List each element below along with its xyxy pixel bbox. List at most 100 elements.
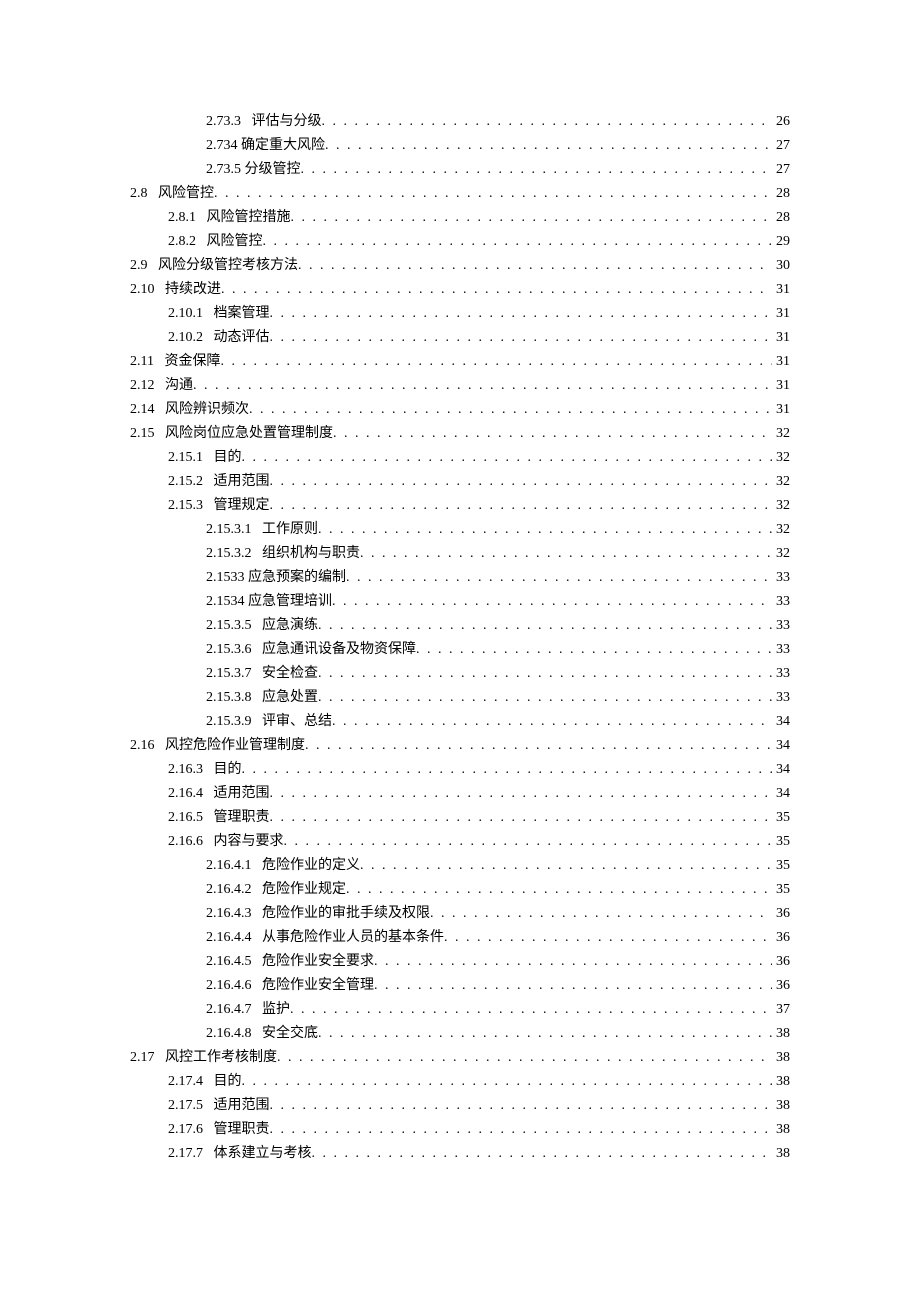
toc-leader-dots: [242, 1070, 773, 1094]
toc-title: 危险作业的定义: [262, 854, 360, 878]
toc-gap: [252, 686, 263, 710]
toc-leader-dots: [444, 926, 772, 950]
toc-gap: [203, 758, 214, 782]
toc-page-number: 32: [772, 494, 790, 518]
toc-entry: 2.15.3.8 应急处置33: [130, 686, 790, 710]
toc-page-number: 34: [772, 710, 790, 734]
toc-leader-dots: [312, 1142, 773, 1166]
toc-page-number: 34: [772, 734, 790, 758]
toc-page-number: 34: [772, 758, 790, 782]
toc-page-number: 32: [772, 542, 790, 566]
toc-entry: 2.17.7 体系建立与考核38: [130, 1142, 790, 1166]
toc-gap: [252, 614, 263, 638]
toc-page-number: 31: [772, 302, 790, 326]
toc-gap: [252, 710, 263, 734]
toc-entry: 2.15.3.7 安全检查33: [130, 662, 790, 686]
toc-title: 资金保障: [164, 350, 220, 374]
toc-page-number: 30: [772, 254, 790, 278]
toc-number: 2.16.4.2: [206, 878, 252, 902]
toc-leader-dots: [430, 902, 772, 926]
toc-gap: [252, 1022, 263, 1046]
toc-title: 风险辨识频次: [165, 398, 249, 422]
toc-number: 2.14: [130, 398, 155, 422]
toc-entry: 2.1534 应急管理培训33: [130, 590, 790, 614]
toc-leader-dots: [374, 974, 772, 998]
toc-gap: [155, 734, 166, 758]
toc-page-number: 26: [772, 110, 790, 134]
toc-leader-dots: [284, 830, 773, 854]
toc-page-number: 31: [772, 374, 790, 398]
toc-page-number: 33: [772, 566, 790, 590]
toc-number: 2.12: [130, 374, 155, 398]
toc-title: 管理职责: [214, 1118, 270, 1142]
toc-number: 2.15.1: [168, 446, 203, 470]
toc-page-number: 27: [772, 134, 790, 158]
toc-entry: 2.16.4.3 危险作业的审批手续及权限36: [130, 902, 790, 926]
toc-entry: 2.16.5 管理职责35: [130, 806, 790, 830]
toc-gap: [252, 974, 263, 998]
toc-title: 目的: [214, 446, 242, 470]
toc-title: 分级管控: [245, 158, 301, 182]
toc-title: 体系建立与考核: [214, 1142, 312, 1166]
table-of-contents: 2.73.3 评估与分级262.734 确定重大风险272.73.5 分级管控2…: [130, 110, 790, 1166]
toc-number: 2.15: [130, 422, 155, 446]
toc-title: 应急演练: [262, 614, 318, 638]
toc-entry: 2.16.4.1 危险作业的定义35: [130, 854, 790, 878]
toc-entry: 2.8 风险管控28: [130, 182, 790, 206]
toc-gap: [252, 542, 263, 566]
toc-title: 应急预案的编制: [248, 566, 346, 590]
toc-gap: [203, 1118, 214, 1142]
toc-gap: [203, 470, 214, 494]
toc-entry: 2.15.2 适用范围32: [130, 470, 790, 494]
toc-entry: 2.17 风控工作考核制度38: [130, 1046, 790, 1070]
toc-number: 2.10.1: [168, 302, 203, 326]
toc-number: 2.1534: [206, 590, 245, 614]
toc-page-number: 37: [772, 998, 790, 1022]
toc-page-number: 38: [772, 1118, 790, 1142]
toc-number: 2.17: [130, 1046, 155, 1070]
toc-page-number: 36: [772, 926, 790, 950]
toc-number: 2.15.3.8: [206, 686, 252, 710]
toc-entry: 2.16.4 适用范围34: [130, 782, 790, 806]
toc-gap: [241, 110, 252, 134]
toc-gap: [203, 494, 214, 518]
toc-title: 风险管控措施: [207, 206, 291, 230]
toc-gap: [252, 926, 263, 950]
toc-title: 档案管理: [214, 302, 270, 326]
toc-title: 工作原则: [262, 518, 318, 542]
toc-gap: [203, 1070, 214, 1094]
toc-page-number: 38: [772, 1022, 790, 1046]
toc-title: 应急处置: [262, 686, 318, 710]
toc-leader-dots: [270, 782, 773, 806]
toc-title: 动态评估: [214, 326, 270, 350]
toc-entry: 2.17.5 适用范围38: [130, 1094, 790, 1118]
toc-number: 2.15.3.7: [206, 662, 252, 686]
toc-title: 持续改进: [165, 278, 221, 302]
toc-page-number: 33: [772, 614, 790, 638]
toc-entry: 2.10 持续改进31: [130, 278, 790, 302]
toc-page-number: 29: [772, 230, 790, 254]
toc-entry: 2.12 沟通31: [130, 374, 790, 398]
toc-page-number: 28: [772, 182, 790, 206]
toc-number: 2.17.5: [168, 1094, 203, 1118]
toc-page-number: 36: [772, 974, 790, 998]
toc-title: 评估与分级: [252, 110, 322, 134]
toc-number: 2.15.3: [168, 494, 203, 518]
toc-page-number: 31: [772, 398, 790, 422]
toc-leader-dots: [333, 422, 772, 446]
toc-leader-dots: [301, 158, 773, 182]
toc-number: 2.1533: [206, 566, 245, 590]
toc-entry: 2.17.4 目的38: [130, 1070, 790, 1094]
toc-entry: 2.8.1 风险管控措施28: [130, 206, 790, 230]
toc-number: 2.9: [130, 254, 148, 278]
toc-entry: 2.9 风险分级管控考核方法30: [130, 254, 790, 278]
toc-entry: 2.73.3 评估与分级26: [130, 110, 790, 134]
toc-leader-dots: [360, 542, 772, 566]
toc-leader-dots: [290, 998, 772, 1022]
toc-gap: [252, 662, 263, 686]
toc-number: 2.15.2: [168, 470, 203, 494]
toc-entry: 2.16.4.5 危险作业安全要求36: [130, 950, 790, 974]
toc-title: 内容与要求: [214, 830, 284, 854]
toc-entry: 2.15.3.1 工作原则32: [130, 518, 790, 542]
toc-page-number: 28: [772, 206, 790, 230]
